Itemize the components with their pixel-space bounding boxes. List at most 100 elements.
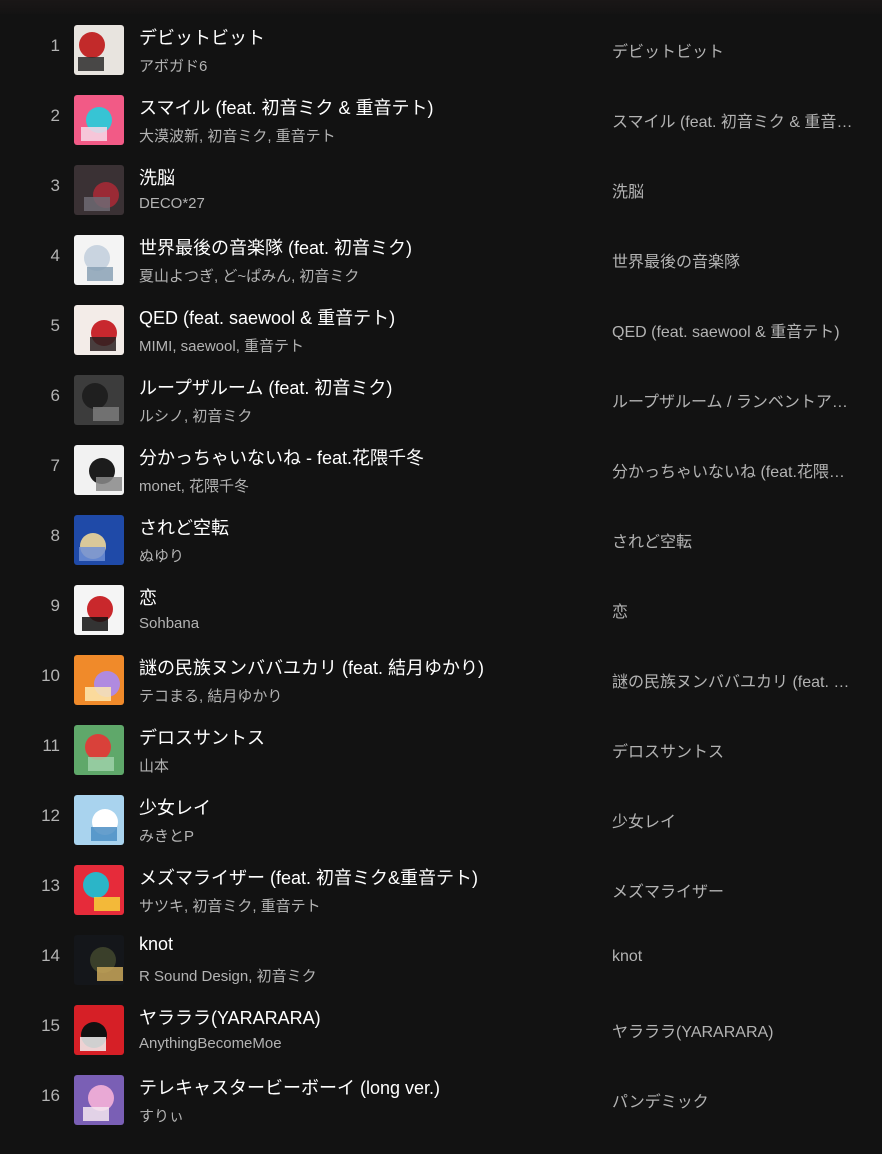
track-title-link[interactable]: デビットビット: [139, 24, 579, 50]
art-accent-shape: [88, 757, 114, 771]
album-name-link[interactable]: ループザルーム / ランベントア…: [612, 388, 868, 412]
album-name-link[interactable]: 分かっちゃいないね (feat.花隈…: [612, 458, 868, 482]
track-artists-link[interactable]: 夏山よつぎ, ど~ぱみん, 初音ミク: [139, 265, 579, 286]
album-art-thumbnail[interactable]: [74, 655, 124, 705]
track-title-link[interactable]: 分かっちゃいないね - feat.花隈千冬: [139, 444, 579, 470]
track-title-link[interactable]: knot: [139, 934, 579, 955]
art-accent-shape: [79, 547, 105, 561]
album-art-image: [74, 1075, 124, 1125]
album-name-link[interactable]: メズマライザー: [612, 878, 868, 902]
track-title-link[interactable]: 世界最後の音楽隊 (feat. 初音ミク): [139, 234, 579, 260]
track-artists-link[interactable]: ぬゆり: [139, 545, 579, 566]
track-title-link[interactable]: スマイル (feat. 初音ミク & 重音テト): [139, 94, 579, 120]
track-row[interactable]: 10 謎の民族ヌンババユカリ (feat. 結月ゆかり) テコまる, 結月ゆかり 謎の…: [0, 644, 882, 714]
track-row[interactable]: 1 デビットビット アボガド6 デビットビット: [0, 14, 882, 84]
track-list: 1 デビットビット アボガド6 デビットビット 2 スマイル (feat. 初音ミク & …: [0, 14, 882, 1134]
track-row[interactable]: 9 恋 Sohbana 恋: [0, 574, 882, 644]
album-name-link[interactable]: スマイル (feat. 初音ミク & 重音テト): [612, 108, 868, 132]
track-title-link[interactable]: 恋: [139, 584, 579, 610]
track-artists-link[interactable]: みきとP: [139, 825, 579, 846]
track-artists-link[interactable]: テコまる, 結月ゆかり: [139, 685, 579, 706]
album-art-thumbnail[interactable]: [74, 235, 124, 285]
track-row[interactable]: 13 メズマライザー (feat. 初音ミク&重音テト) サツキ, 初音ミク, 重音…: [0, 854, 882, 924]
track-title-link[interactable]: 少女レイ: [139, 794, 579, 820]
art-accent-shape: [85, 687, 111, 701]
track-row[interactable]: 14 knot R Sound Design, 初音ミク knot: [0, 924, 882, 994]
album-art-thumbnail[interactable]: [74, 1075, 124, 1125]
track-row[interactable]: 7 分かっちゃいないね - feat.花隈千冬 monet, 花隈千冬 分かっちゃいな…: [0, 434, 882, 504]
album-art-thumbnail[interactable]: [74, 795, 124, 845]
album-art-thumbnail[interactable]: [74, 375, 124, 425]
album-name-link[interactable]: パンデミック: [612, 1088, 868, 1112]
art-figure-shape: [85, 734, 111, 760]
track-artists-link[interactable]: ルシノ, 初音ミク: [139, 405, 579, 426]
track-number: 9: [0, 596, 60, 616]
track-number-label: 7: [50, 456, 60, 475]
album-name-link[interactable]: 少女レイ: [612, 808, 868, 832]
track-artists-link[interactable]: アボガド6: [139, 55, 579, 76]
track-row[interactable]: 8 されど空転 ぬゆり されど空転: [0, 504, 882, 574]
track-title-link[interactable]: メズマライザー (feat. 初音ミク&重音テト): [139, 864, 579, 890]
album-art-image: [74, 725, 124, 775]
album-art-thumbnail[interactable]: [74, 95, 124, 145]
track-row[interactable]: 12 少女レイ みきとP 少女レイ: [0, 784, 882, 854]
album-art-thumbnail[interactable]: [74, 445, 124, 495]
album-art-thumbnail[interactable]: [74, 725, 124, 775]
track-artists-link[interactable]: すりぃ: [139, 1105, 579, 1126]
art-figure-shape: [79, 32, 105, 58]
art-accent-shape: [83, 1107, 109, 1121]
track-number-label: 2: [50, 106, 60, 125]
track-title-link[interactable]: デロスサントス: [139, 724, 579, 750]
track-number-label: 10: [41, 666, 60, 685]
track-title-link[interactable]: ヤラララ(YARARARA): [139, 1004, 579, 1030]
track-row[interactable]: 15 ヤラララ(YARARARA) AnythingBecomeMoe ヤラララ(YA…: [0, 994, 882, 1064]
track-artists-link[interactable]: Sohbana: [139, 615, 579, 632]
album-name-link[interactable]: knot: [612, 948, 868, 966]
art-accent-shape: [90, 337, 116, 351]
track-row[interactable]: 16 テレキャスタービーボーイ (long ver.) すりぃ パンデミック: [0, 1064, 882, 1134]
album-name-link[interactable]: ヤラララ(YARARARA): [612, 1018, 868, 1042]
track-artists-link[interactable]: 大漠波新, 初音ミク, 重音テト: [139, 125, 579, 146]
album-art-thumbnail[interactable]: [74, 165, 124, 215]
track-number-label: 16: [41, 1086, 60, 1105]
album-art-thumbnail[interactable]: [74, 865, 124, 915]
track-artists-link[interactable]: 山本: [139, 755, 579, 776]
track-title-link[interactable]: 洗脳: [139, 164, 579, 190]
album-art-thumbnail[interactable]: [74, 515, 124, 565]
album-name-link[interactable]: 恋: [612, 598, 868, 622]
album-art-thumbnail[interactable]: [74, 935, 124, 985]
track-title-link[interactable]: テレキャスタービーボーイ (long ver.): [139, 1074, 579, 1100]
album-name-link[interactable]: デロスサントス: [612, 738, 868, 762]
art-accent-shape: [87, 267, 113, 281]
track-artists-link[interactable]: monet, 花隈千冬: [139, 475, 579, 496]
track-title-link[interactable]: されど空転: [139, 514, 579, 540]
album-name-link[interactable]: されど空転: [612, 528, 868, 552]
album-name-link[interactable]: 世界最後の音楽隊: [612, 248, 868, 272]
track-row[interactable]: 3 洗脳 DECO*27 洗脳: [0, 154, 882, 224]
album-art-thumbnail[interactable]: [74, 305, 124, 355]
album-art-thumbnail[interactable]: [74, 585, 124, 635]
track-title-link[interactable]: ループザルーム (feat. 初音ミク): [139, 374, 579, 400]
track-number: 13: [0, 876, 60, 896]
album-name-link[interactable]: QED (feat. saewool & 重音テト): [612, 318, 868, 342]
track-artists-link[interactable]: DECO*27: [139, 195, 579, 212]
track-row[interactable]: 6 ループザルーム (feat. 初音ミク) ルシノ, 初音ミク ループザルーム / …: [0, 364, 882, 434]
track-row[interactable]: 4 世界最後の音楽隊 (feat. 初音ミク) 夏山よつぎ, ど~ぱみん, 初音ミク…: [0, 224, 882, 294]
album-art-thumbnail[interactable]: [74, 1005, 124, 1055]
track-row[interactable]: 2 スマイル (feat. 初音ミク & 重音テト) 大漠波新, 初音ミク, 重音テ…: [0, 84, 882, 154]
track-title-link[interactable]: 謎の民族ヌンババユカリ (feat. 結月ゆかり): [139, 654, 579, 680]
track-row[interactable]: 11 デロスサントス 山本 デロスサントス: [0, 714, 882, 784]
album-name-link[interactable]: デビットビット: [612, 38, 868, 62]
track-artists-link[interactable]: サツキ, 初音ミク, 重音テト: [139, 895, 579, 916]
track-artists-link[interactable]: AnythingBecomeMoe: [139, 1035, 579, 1052]
track-artists-link[interactable]: R Sound Design, 初音ミク: [139, 965, 579, 986]
track-number: 14: [0, 946, 60, 966]
track-title-link[interactable]: QED (feat. saewool & 重音テト): [139, 304, 579, 330]
album-art-image: [74, 655, 124, 705]
album-art-image: [74, 795, 124, 845]
track-artists-link[interactable]: MIMI, saewool, 重音テト: [139, 335, 579, 356]
album-art-thumbnail[interactable]: [74, 25, 124, 75]
track-row[interactable]: 5 QED (feat. saewool & 重音テト) MIMI, saewool…: [0, 294, 882, 364]
album-name-link[interactable]: 謎の民族ヌンババユカリ (feat. …: [612, 668, 868, 692]
album-name-link[interactable]: 洗脳: [612, 178, 868, 202]
